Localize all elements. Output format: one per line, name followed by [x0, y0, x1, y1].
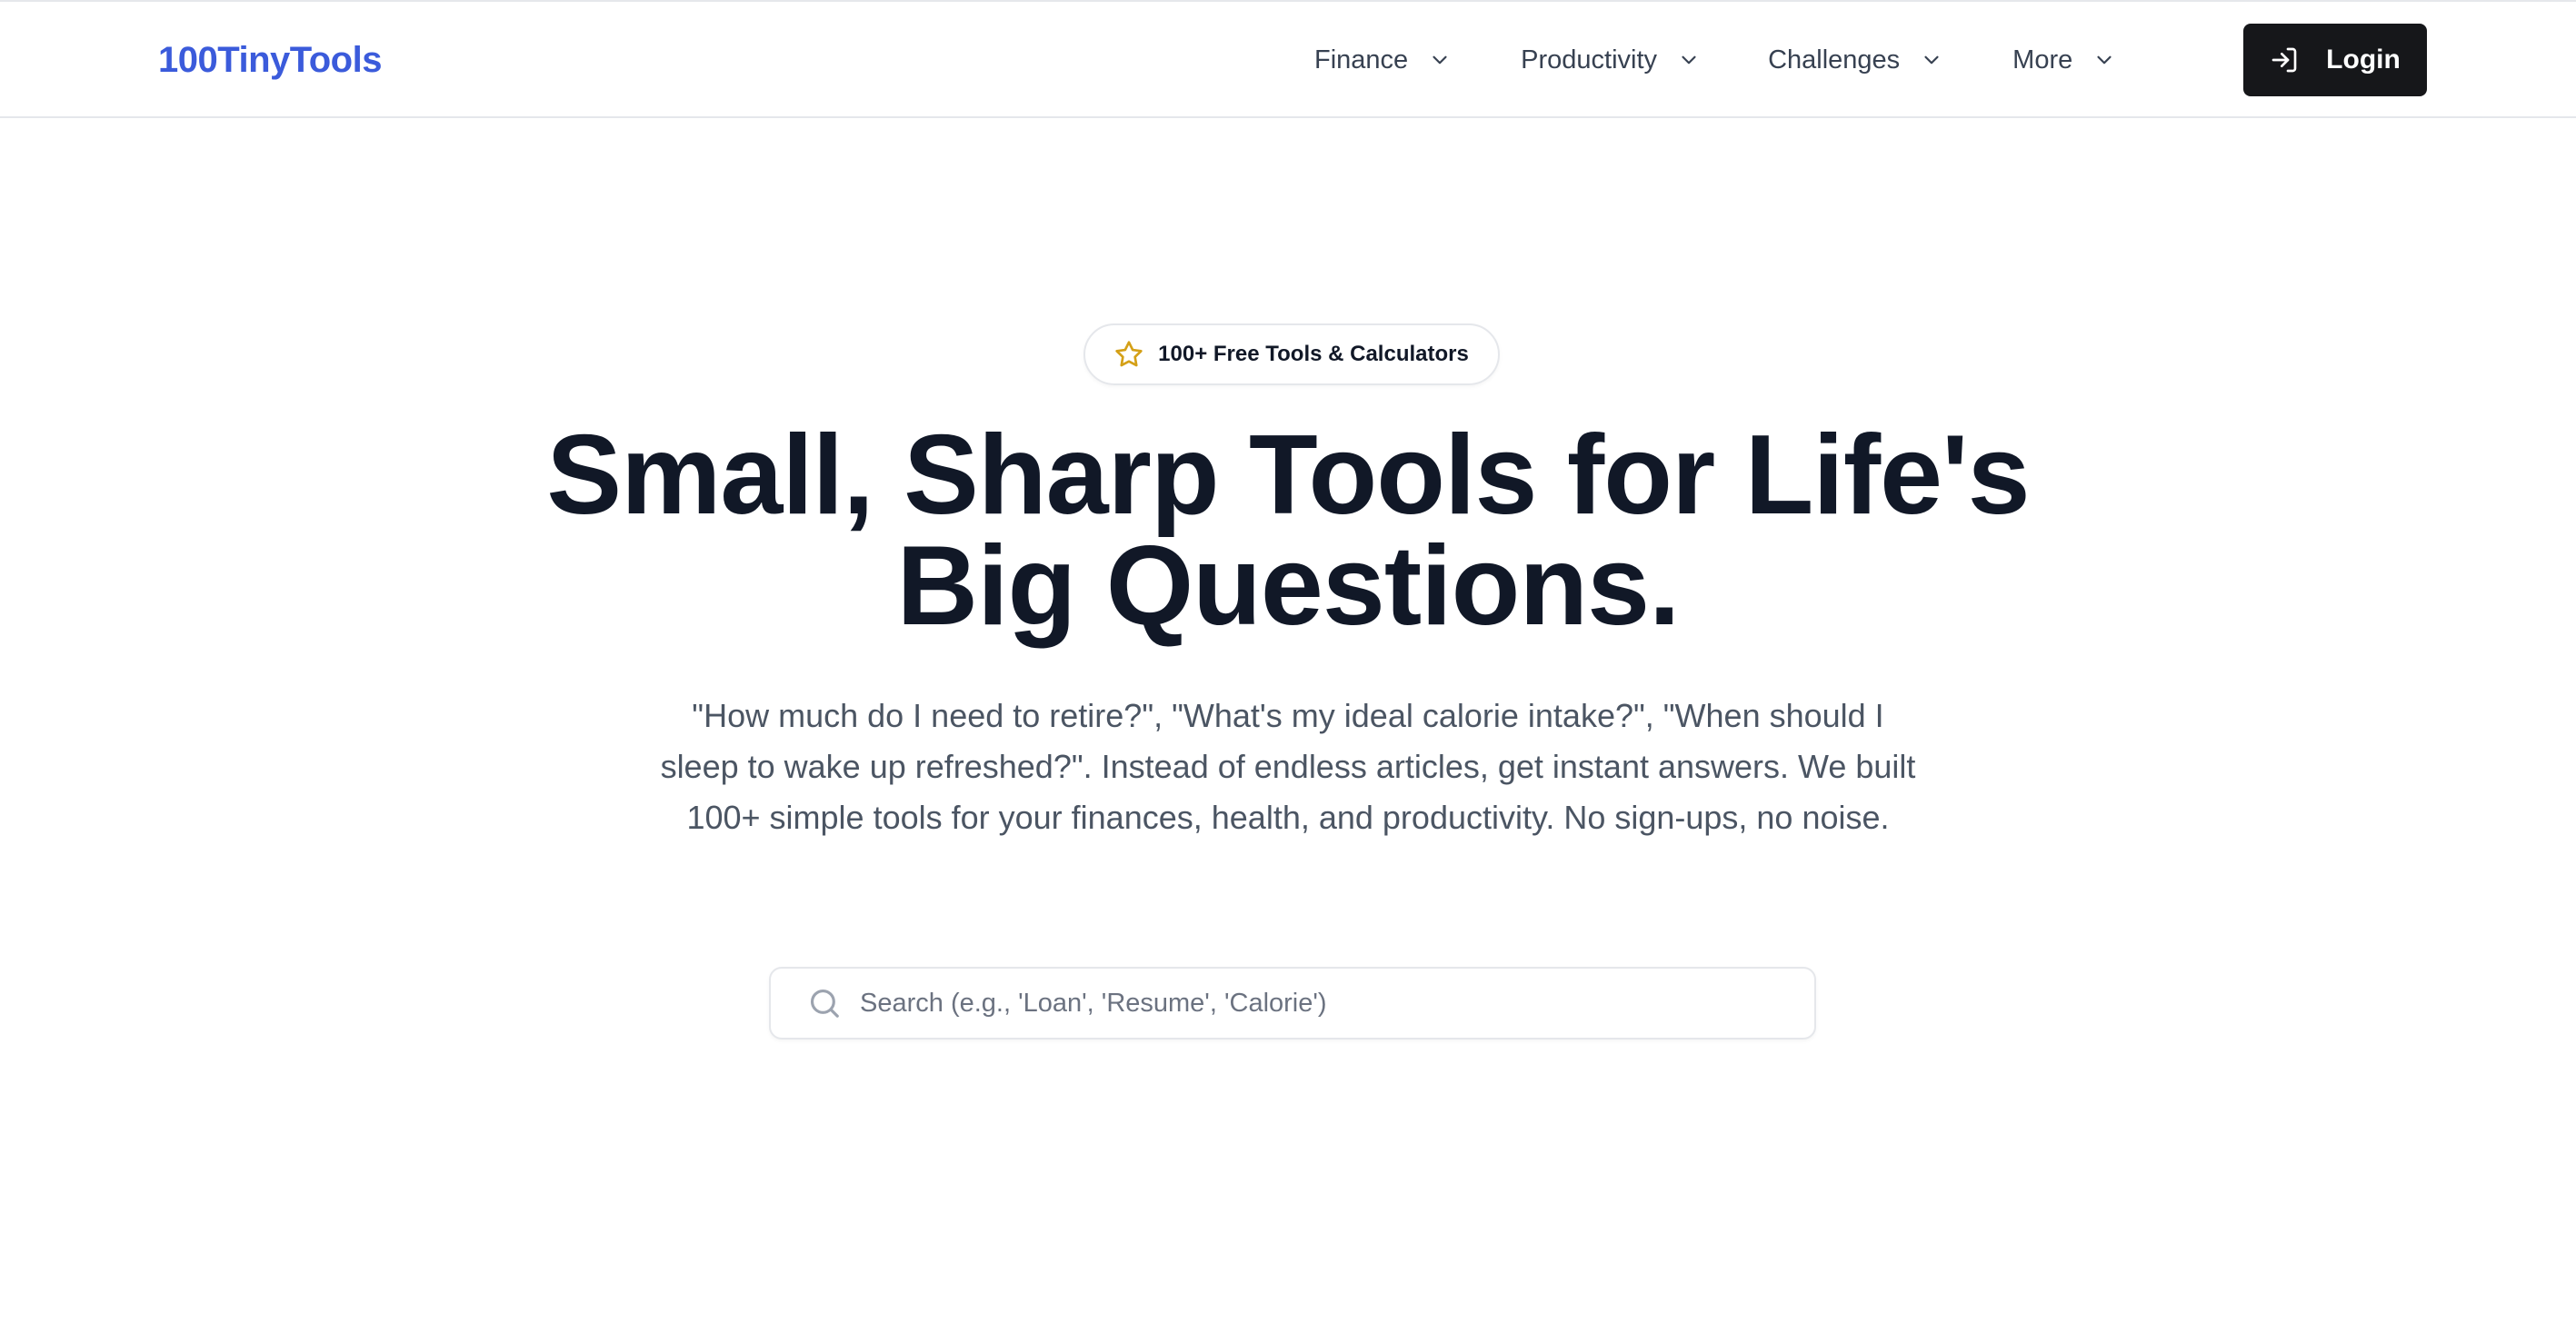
- main-nav: Finance Productivity Challenges More: [1314, 35, 2116, 85]
- nav-item-label: Challenges: [1768, 45, 1901, 75]
- chevron-down-icon: [1677, 48, 1701, 72]
- nav-item-challenges[interactable]: Challenges: [1768, 45, 1943, 75]
- login-label: Login: [2326, 45, 2401, 75]
- badge-label: 100+ Free Tools & Calculators: [1158, 342, 1469, 366]
- chevron-down-icon: [1920, 48, 1943, 72]
- search-box[interactable]: [769, 967, 1816, 1040]
- nav-item-finance[interactable]: Finance: [1314, 45, 1452, 75]
- star-icon: [1114, 340, 1143, 369]
- login-icon: [2270, 45, 2299, 75]
- hero-title: Small, Sharp Tools for Life's Big Questi…: [0, 419, 2576, 642]
- search-input[interactable]: [860, 988, 1769, 1019]
- site-header: 100TinyTools Finance Productivity Challe…: [0, 2, 2576, 118]
- hero-title-line-2: Big Questions.: [896, 523, 1681, 649]
- nav-item-label: More: [2012, 45, 2073, 75]
- hero-subtitle: "How much do I need to retire?", "What's…: [660, 697, 1916, 836]
- nav-item-productivity[interactable]: Productivity: [1521, 45, 1701, 75]
- search-icon: [807, 986, 842, 1020]
- chevron-down-icon: [1428, 48, 1452, 72]
- site-logo[interactable]: 100TinyTools: [158, 35, 382, 85]
- nav-item-label: Productivity: [1521, 45, 1658, 75]
- login-button[interactable]: Login: [2243, 24, 2427, 96]
- nav-item-label: Finance: [1314, 45, 1409, 75]
- tools-count-badge: 100+ Free Tools & Calculators: [1083, 323, 1500, 385]
- hero-title-line-1: Small, Sharp Tools for Life's: [546, 413, 2030, 538]
- chevron-down-icon: [2092, 48, 2116, 72]
- nav-item-more[interactable]: More: [2012, 45, 2116, 75]
